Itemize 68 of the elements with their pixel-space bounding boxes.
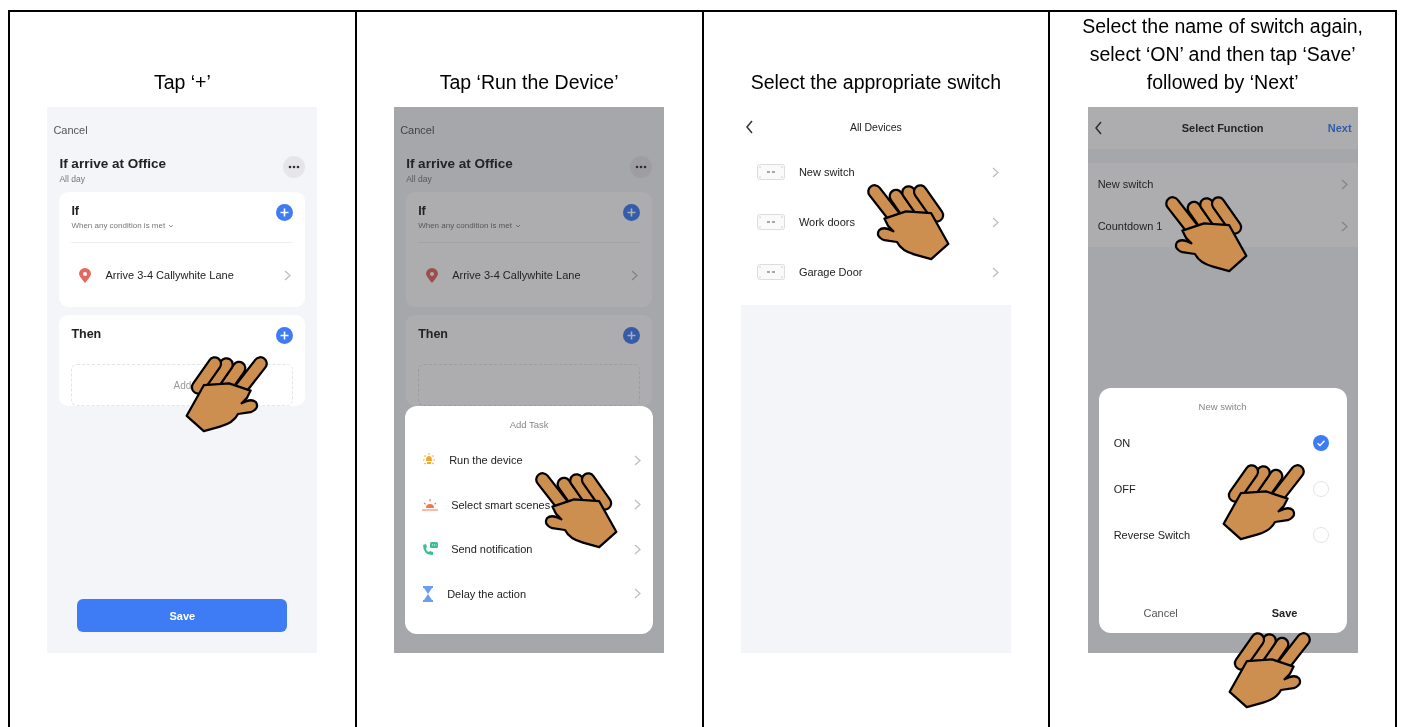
device-name[interactable]: Garage Door — [798, 266, 863, 278]
task-option[interactable]: Send notification — [451, 543, 533, 556]
chevron-right-icon — [991, 266, 999, 278]
chevron-right-icon — [1340, 220, 1348, 232]
function-name[interactable]: New switch — [1097, 178, 1154, 190]
chevron-right-icon — [1340, 178, 1348, 190]
card-heading: Then — [418, 327, 448, 341]
condition-mode[interactable]: When any condition is met — [71, 221, 166, 230]
caret-icon — [168, 223, 175, 228]
location-pin-icon — [426, 267, 439, 283]
task-option[interactable]: Select smart scenes — [451, 498, 551, 511]
card-heading: If — [71, 204, 80, 218]
chevron-right-icon — [631, 269, 639, 281]
condition-label[interactable]: Arrive 3-4 Callywhite Lane — [105, 269, 234, 281]
save-button[interactable]: Save — [1263, 603, 1306, 623]
schedule-label: All day — [59, 174, 86, 184]
more-icon[interactable] — [283, 156, 306, 178]
option-label: ON — [1113, 437, 1132, 449]
schedule-label: All day — [406, 174, 433, 184]
cancel-link[interactable]: Cancel — [400, 124, 653, 136]
radio-button[interactable] — [1312, 435, 1329, 451]
card-heading: Then — [71, 327, 102, 341]
switch-icon — [756, 164, 785, 180]
chevron-right-icon — [634, 454, 642, 466]
chevron-right-icon — [634, 499, 642, 511]
radio-button[interactable] — [1312, 481, 1329, 497]
card-heading: If — [418, 204, 427, 218]
step-caption: Select the appropriate switch — [750, 70, 1002, 95]
cancel-link[interactable]: Cancel — [53, 124, 306, 136]
condition-label[interactable]: Arrive 3-4 Callywhite Lane — [452, 269, 581, 281]
add-icon[interactable] — [623, 327, 641, 344]
screen-title: Select Function — [1180, 122, 1265, 134]
device-name[interactable]: New switch — [798, 166, 855, 178]
back-icon[interactable] — [1093, 121, 1103, 135]
task-option[interactable]: Run the device — [449, 454, 523, 467]
automation-title: If arrive at Office — [406, 156, 513, 171]
add-icon[interactable] — [276, 204, 294, 221]
cancel-button[interactable]: Cancel — [1135, 603, 1186, 623]
function-name[interactable]: Countdown 1 — [1097, 220, 1163, 232]
back-icon[interactable] — [744, 120, 754, 134]
step-caption: Select the name of switch again, select ‘ON’ and then tap ‘Save’ followed by ‘Next’ — [1081, 14, 1364, 95]
save-button[interactable]: Save — [77, 599, 288, 632]
caret-icon — [514, 223, 521, 228]
screen-title: All Devices — [848, 121, 903, 133]
switch-icon — [756, 214, 785, 230]
chevron-right-icon — [991, 166, 999, 178]
option-label: OFF — [1113, 483, 1137, 495]
sunrise-icon — [421, 496, 440, 513]
sheet-title: Add Task — [508, 418, 550, 432]
chevron-right-icon — [284, 269, 292, 281]
phone-message-icon — [421, 541, 440, 558]
chevron-right-icon — [634, 588, 642, 600]
automation-title: If arrive at Office — [59, 156, 166, 171]
location-pin-icon — [79, 267, 92, 283]
option-label: Reverse Switch — [1113, 529, 1192, 541]
add-icon[interactable] — [623, 204, 641, 221]
chevron-right-icon — [634, 543, 642, 555]
radio-button[interactable] — [1312, 527, 1329, 543]
step-caption: Tap ‘Run the Device’ — [439, 70, 619, 95]
step-caption: Tap ‘+’ — [153, 70, 211, 95]
dialog-title: New switch — [1197, 400, 1248, 414]
add-icon[interactable] — [276, 327, 294, 344]
task-option[interactable]: Delay the action — [447, 587, 526, 600]
more-icon[interactable] — [630, 156, 653, 178]
switch-icon — [756, 264, 785, 280]
hourglass-icon — [421, 585, 436, 602]
chevron-right-icon — [991, 216, 999, 228]
device-name[interactable]: Work doors — [798, 216, 855, 228]
